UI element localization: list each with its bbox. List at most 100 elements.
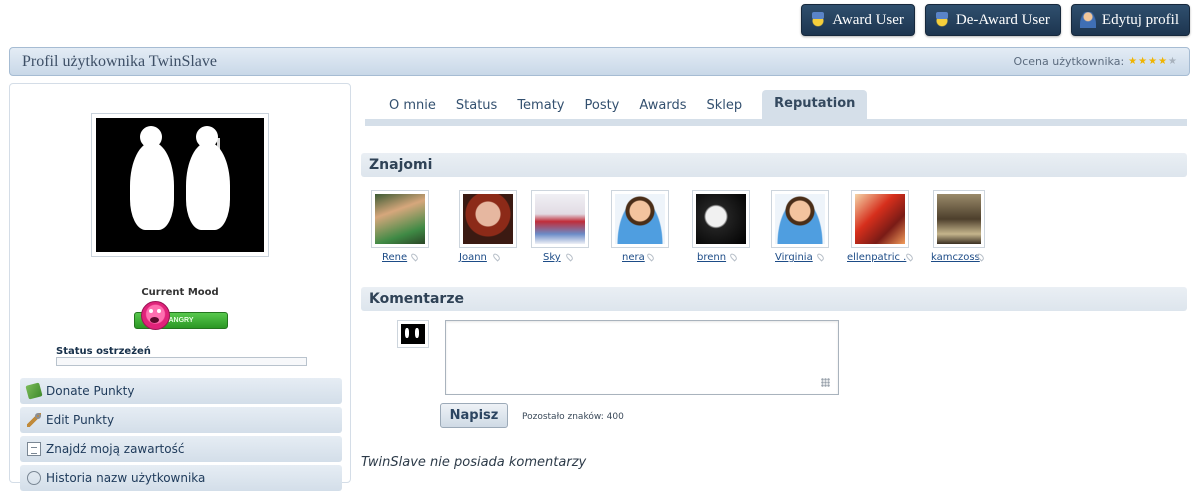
friend-avatar[interactable] (531, 190, 589, 248)
tab-reputation[interactable]: Reputation (762, 90, 868, 120)
user-edit-icon (1079, 12, 1096, 28)
friend-photo (937, 194, 981, 244)
friend-avatar[interactable] (611, 190, 669, 248)
tab-topics[interactable]: Tematy (507, 92, 574, 120)
de-award-user-label: De-Award User (955, 11, 1050, 28)
document-search-icon (27, 442, 41, 456)
wrench-icon (27, 413, 41, 427)
location-pin-icon (728, 252, 739, 262)
friend-item[interactable]: Sky (529, 190, 609, 264)
friend-item[interactable]: nera (609, 190, 690, 264)
award-icon (933, 12, 950, 28)
location-pin-icon (564, 252, 575, 262)
tab-status[interactable]: Status (446, 92, 507, 120)
friend-avatar[interactable] (371, 190, 429, 248)
edit-profile-button[interactable]: Edytuj profil (1070, 4, 1190, 36)
avatar-silhouette-left (130, 126, 174, 230)
sidebar-item-edit-points[interactable]: Edit Punkty (20, 407, 342, 433)
star-icon[interactable]: ★ (1138, 56, 1147, 67)
friend-item[interactable]: Joann (457, 190, 529, 264)
location-pin-icon (815, 252, 826, 262)
profile-tabs: O mnie Status Tematy Posty Awards Sklep … (365, 90, 1187, 126)
friend-photo (535, 194, 585, 244)
award-user-label: Award User (832, 11, 904, 28)
remaining-chars: Pozostało znaków: 400 (522, 412, 624, 422)
profile-header: Profil użytkownika TwinSlave Ocena użytk… (9, 47, 1190, 76)
friend-name[interactable]: nera (622, 252, 645, 263)
top-actions: Award User De-Award User Edytuj profil (801, 4, 1190, 36)
star-icon[interactable]: ★ (1128, 56, 1137, 67)
friend-item[interactable]: kamczoss (931, 190, 1001, 264)
location-pin-icon (645, 252, 656, 262)
rating-stars[interactable]: ★ ★ ★ ★ ★ (1128, 56, 1177, 67)
comment-input[interactable] (445, 320, 839, 395)
money-icon (25, 382, 43, 400)
sidebar-item-label: Donate Punkty (46, 384, 135, 398)
submit-comment-button[interactable]: Napisz (440, 403, 508, 428)
friend-name[interactable]: brenn (697, 252, 726, 263)
tab-shop[interactable]: Sklep (697, 92, 753, 120)
friend-name[interactable]: Rene (382, 252, 407, 263)
friend-photo (696, 194, 746, 244)
profile-avatar (91, 113, 269, 257)
profile-sidebar: Current Mood ANGRY Status ostrzeżeń Dona… (9, 83, 351, 491)
friend-avatar[interactable] (692, 190, 750, 248)
friends-heading: Znajomi (361, 153, 1187, 177)
friend-name[interactable]: Joann (459, 252, 487, 263)
tab-underline (365, 119, 1187, 126)
tab-awards[interactable]: Awards (629, 92, 696, 120)
friend-item[interactable]: Rene (369, 190, 457, 264)
rating-label: Ocena użytkownika: (1013, 55, 1125, 68)
de-award-user-button[interactable]: De-Award User (924, 4, 1061, 36)
friend-avatar[interactable] (771, 190, 829, 248)
friends-list: Rene Joann Sky nera brenn Virginia ellen… (369, 190, 1001, 264)
remaining-chars-label: Pozostało znaków: (522, 412, 604, 422)
star-icon[interactable]: ★ (1168, 56, 1177, 67)
sidebar-menu: Donate Punkty Edit Punkty Znajdź moją za… (20, 378, 342, 494)
friend-avatar[interactable] (933, 190, 985, 248)
friend-name[interactable]: Sky (543, 252, 561, 263)
sidebar-item-find-content[interactable]: Znajdź moją zawartość (20, 436, 342, 462)
resize-grip-icon[interactable] (821, 378, 830, 387)
friend-name[interactable]: Virginia (775, 252, 813, 263)
tab-posts[interactable]: Posty (574, 92, 629, 120)
star-icon[interactable]: ★ (1148, 56, 1157, 67)
angry-face-icon (141, 301, 170, 330)
friend-item[interactable]: ellenpatric . (847, 190, 931, 264)
friend-photo (375, 194, 425, 244)
no-comments-message: TwinSlave nie posiada komentarzy (361, 455, 587, 470)
friend-photo (855, 194, 905, 244)
remaining-chars-count: 400 (606, 412, 624, 422)
friend-name[interactable]: kamczoss (931, 252, 980, 263)
warning-status-bar (56, 357, 307, 366)
award-icon (810, 12, 827, 28)
current-user-photo (401, 324, 425, 344)
star-icon[interactable]: ★ (1158, 56, 1167, 67)
tab-about[interactable]: O mnie (379, 92, 446, 120)
sidebar-item-donate-points[interactable]: Donate Punkty (20, 378, 342, 404)
sidebar-item-name-history[interactable]: Historia nazw użytkownika (20, 465, 342, 491)
friend-avatar[interactable] (851, 190, 909, 248)
comments-heading: Komentarze (361, 287, 1187, 311)
friend-item[interactable]: Virginia (769, 190, 849, 264)
edit-profile-label: Edytuj profil (1101, 11, 1179, 28)
sidebar-item-label: Edit Punkty (46, 413, 115, 427)
current-user-avatar (397, 320, 429, 348)
friend-avatar[interactable] (459, 190, 517, 248)
avatar-wing (217, 138, 258, 222)
friend-photo (615, 194, 665, 244)
page-title: Profil użytkownika TwinSlave (22, 52, 218, 70)
location-pin-icon (491, 252, 502, 262)
friend-item[interactable]: brenn (690, 190, 769, 264)
avatar-image (96, 118, 264, 252)
friend-photo (463, 194, 513, 244)
award-user-button[interactable]: Award User (801, 4, 915, 36)
mood-value: ANGRY (168, 317, 194, 324)
friend-photo (775, 194, 825, 244)
friend-name[interactable]: ellenpatric . (847, 252, 906, 263)
user-rating: Ocena użytkownika: ★ ★ ★ ★ ★ (1014, 55, 1177, 68)
current-mood-label: Current Mood (141, 287, 219, 298)
sidebar-item-label: Znajdź moją zawartość (46, 442, 185, 456)
sidebar-item-label: Historia nazw użytkownika (46, 471, 206, 485)
warning-status-label: Status ostrzeżeń (56, 346, 151, 357)
